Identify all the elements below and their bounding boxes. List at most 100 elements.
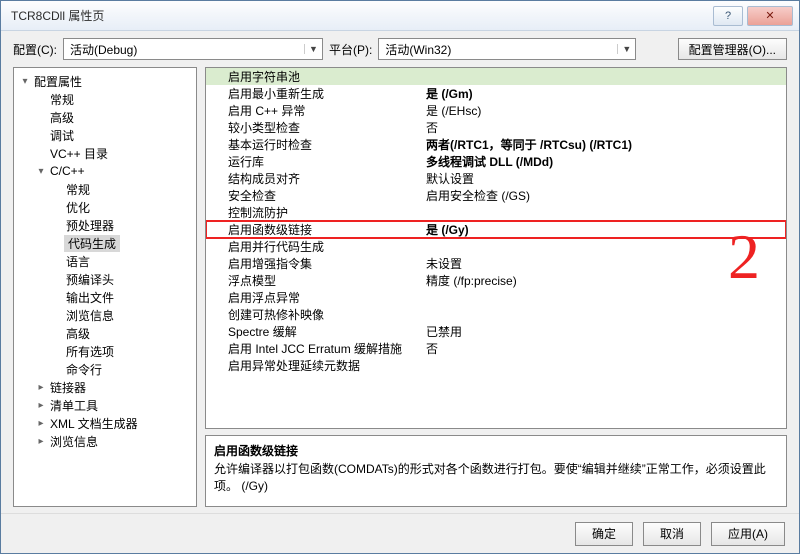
config-bar: 配置(C): 活动(Debug) ▼ 平台(P): 活动(Win32) ▼ 配置… bbox=[1, 31, 799, 67]
tree-node-label: 浏览信息 bbox=[64, 307, 114, 324]
tree-node-label: 浏览信息 bbox=[48, 433, 98, 450]
expand-open-icon[interactable]: ▾ bbox=[34, 166, 48, 177]
property-row[interactable]: 控制流防护 bbox=[206, 204, 786, 221]
tree-node-label: 调试 bbox=[48, 127, 74, 144]
property-row[interactable]: 启用异常处理延续元数据 bbox=[206, 357, 786, 374]
property-row[interactable]: 结构成员对齐默认设置 bbox=[206, 170, 786, 187]
apply-button[interactable]: 应用(A) bbox=[711, 522, 785, 546]
nav-tree[interactable]: ▾配置属性常规高级调试VC++ 目录▾C/C++常规优化预处理器代码生成语言预编… bbox=[13, 67, 197, 507]
property-row[interactable]: 启用函数级链接是 (/Gy) bbox=[206, 221, 786, 238]
cancel-button[interactable]: 取消 bbox=[643, 522, 701, 546]
property-value: 是 (/EHsc) bbox=[422, 102, 786, 119]
tree-node-label: C/C++ bbox=[48, 164, 85, 178]
tree-node-label: 预处理器 bbox=[64, 217, 114, 234]
expand-closed-icon[interactable]: ▸ bbox=[34, 436, 48, 447]
property-row[interactable]: 创建可热修补映像 bbox=[206, 306, 786, 323]
property-row[interactable]: 运行库多线程调试 DLL (/MDd) bbox=[206, 153, 786, 170]
tree-node[interactable]: ▸清单工具 bbox=[14, 396, 196, 414]
config-manager-button[interactable]: 配置管理器(O)... bbox=[678, 38, 787, 60]
close-button[interactable]: ✕ bbox=[747, 6, 793, 26]
tree-node-label: 常规 bbox=[48, 91, 74, 108]
property-row[interactable]: 浮点模型精度 (/fp:precise) bbox=[206, 272, 786, 289]
property-value: 多线程调试 DLL (/MDd) bbox=[422, 153, 786, 170]
tree-node[interactable]: 预处理器 bbox=[14, 216, 196, 234]
tree-node-label: 代码生成 bbox=[64, 235, 120, 252]
tree-node[interactable]: ▾配置属性 bbox=[14, 72, 196, 90]
expand-closed-icon[interactable]: ▸ bbox=[34, 418, 48, 429]
tree-node[interactable]: 语言 bbox=[14, 252, 196, 270]
tree-node[interactable]: ▸浏览信息 bbox=[14, 432, 196, 450]
annotation-number: 2 bbox=[728, 220, 760, 294]
property-value: 两者(/RTC1，等同于 /RTCsu) (/RTC1) bbox=[422, 136, 786, 153]
property-row[interactable]: 安全检查启用安全检查 (/GS) bbox=[206, 187, 786, 204]
property-row[interactable]: 启用最小重新生成是 (/Gm) bbox=[206, 85, 786, 102]
property-value: 默认设置 bbox=[422, 170, 786, 187]
property-name: 启用浮点异常 bbox=[206, 289, 422, 306]
expand-closed-icon[interactable]: ▸ bbox=[34, 382, 48, 393]
property-name: 浮点模型 bbox=[206, 272, 422, 289]
property-name: Spectre 缓解 bbox=[206, 323, 422, 340]
tree-node[interactable]: 常规 bbox=[14, 90, 196, 108]
property-row[interactable]: 启用浮点异常 bbox=[206, 289, 786, 306]
tree-node-label: 语言 bbox=[64, 253, 90, 270]
property-name: 结构成员对齐 bbox=[206, 170, 422, 187]
expand-closed-icon[interactable]: ▸ bbox=[34, 400, 48, 411]
tree-node[interactable]: VC++ 目录 bbox=[14, 144, 196, 162]
dialog-window: TCR8CDll 属性页 ? ✕ 配置(C): 活动(Debug) ▼ 平台(P… bbox=[0, 0, 800, 554]
property-row[interactable]: 启用增强指令集未设置 bbox=[206, 255, 786, 272]
property-value: 启用安全检查 (/GS) bbox=[422, 187, 786, 204]
ok-button[interactable]: 确定 bbox=[575, 522, 633, 546]
property-grid[interactable]: 启用字符串池启用最小重新生成是 (/Gm)启用 C++ 异常是 (/EHsc)较… bbox=[205, 67, 787, 429]
property-name: 运行库 bbox=[206, 153, 422, 170]
property-name: 启用 C++ 异常 bbox=[206, 102, 422, 119]
property-name: 安全检查 bbox=[206, 187, 422, 204]
config-combo[interactable]: 活动(Debug) ▼ bbox=[63, 38, 323, 60]
tree-node[interactable]: 优化 bbox=[14, 198, 196, 216]
property-name: 创建可热修补映像 bbox=[206, 306, 422, 323]
property-name: 启用函数级链接 bbox=[206, 221, 422, 238]
platform-label: 平台(P): bbox=[329, 41, 372, 58]
body: ▾配置属性常规高级调试VC++ 目录▾C/C++常规优化预处理器代码生成语言预编… bbox=[1, 67, 799, 513]
tree-node[interactable]: 常规 bbox=[14, 180, 196, 198]
tree-node-label: 链接器 bbox=[48, 379, 86, 396]
property-name: 启用最小重新生成 bbox=[206, 85, 422, 102]
property-row[interactable]: 较小类型检查否 bbox=[206, 119, 786, 136]
tree-node-label: 优化 bbox=[64, 199, 90, 216]
tree-node[interactable]: ▸链接器 bbox=[14, 378, 196, 396]
help-button[interactable]: ? bbox=[713, 6, 743, 26]
property-name: 基本运行时检查 bbox=[206, 136, 422, 153]
tree-node-label: 输出文件 bbox=[64, 289, 114, 306]
property-value: 否 bbox=[422, 340, 786, 357]
property-row[interactable]: 启用并行代码生成 bbox=[206, 238, 786, 255]
property-row[interactable]: 启用 Intel JCC Erratum 缓解措施否 bbox=[206, 340, 786, 357]
tree-node-label: XML 文档生成器 bbox=[48, 415, 138, 432]
expand-open-icon[interactable]: ▾ bbox=[18, 76, 32, 87]
tree-node[interactable]: 输出文件 bbox=[14, 288, 196, 306]
tree-node[interactable]: ▾C/C++ bbox=[14, 162, 196, 180]
tree-node-label: 预编译头 bbox=[64, 271, 114, 288]
description-body: 允许编译器以打包函数(COMDATs)的形式对各个函数进行打包。要使“编辑并继续… bbox=[214, 461, 778, 495]
tree-node-label: 配置属性 bbox=[32, 73, 82, 90]
tree-node[interactable]: ▸XML 文档生成器 bbox=[14, 414, 196, 432]
tree-node-label: 高级 bbox=[64, 325, 90, 342]
property-row[interactable]: 启用字符串池 bbox=[206, 68, 786, 85]
tree-node[interactable]: 高级 bbox=[14, 108, 196, 126]
property-name: 启用异常处理延续元数据 bbox=[206, 357, 422, 374]
tree-node-label: 命令行 bbox=[64, 361, 102, 378]
property-row[interactable]: Spectre 缓解已禁用 bbox=[206, 323, 786, 340]
property-name: 启用增强指令集 bbox=[206, 255, 422, 272]
tree-node-label: 所有选项 bbox=[64, 343, 114, 360]
property-row[interactable]: 启用 C++ 异常是 (/EHsc) bbox=[206, 102, 786, 119]
tree-node[interactable]: 高级 bbox=[14, 324, 196, 342]
tree-node[interactable]: 调试 bbox=[14, 126, 196, 144]
tree-node[interactable]: 代码生成 bbox=[14, 234, 196, 252]
platform-combo[interactable]: 活动(Win32) ▼ bbox=[378, 38, 636, 60]
property-name: 控制流防护 bbox=[206, 204, 422, 221]
property-name: 启用字符串池 bbox=[206, 68, 422, 85]
tree-node[interactable]: 预编译头 bbox=[14, 270, 196, 288]
tree-node[interactable]: 浏览信息 bbox=[14, 306, 196, 324]
property-row[interactable]: 基本运行时检查两者(/RTC1，等同于 /RTCsu) (/RTC1) bbox=[206, 136, 786, 153]
tree-node[interactable]: 所有选项 bbox=[14, 342, 196, 360]
tree-node[interactable]: 命令行 bbox=[14, 360, 196, 378]
property-value: 是 (/Gm) bbox=[422, 85, 786, 102]
